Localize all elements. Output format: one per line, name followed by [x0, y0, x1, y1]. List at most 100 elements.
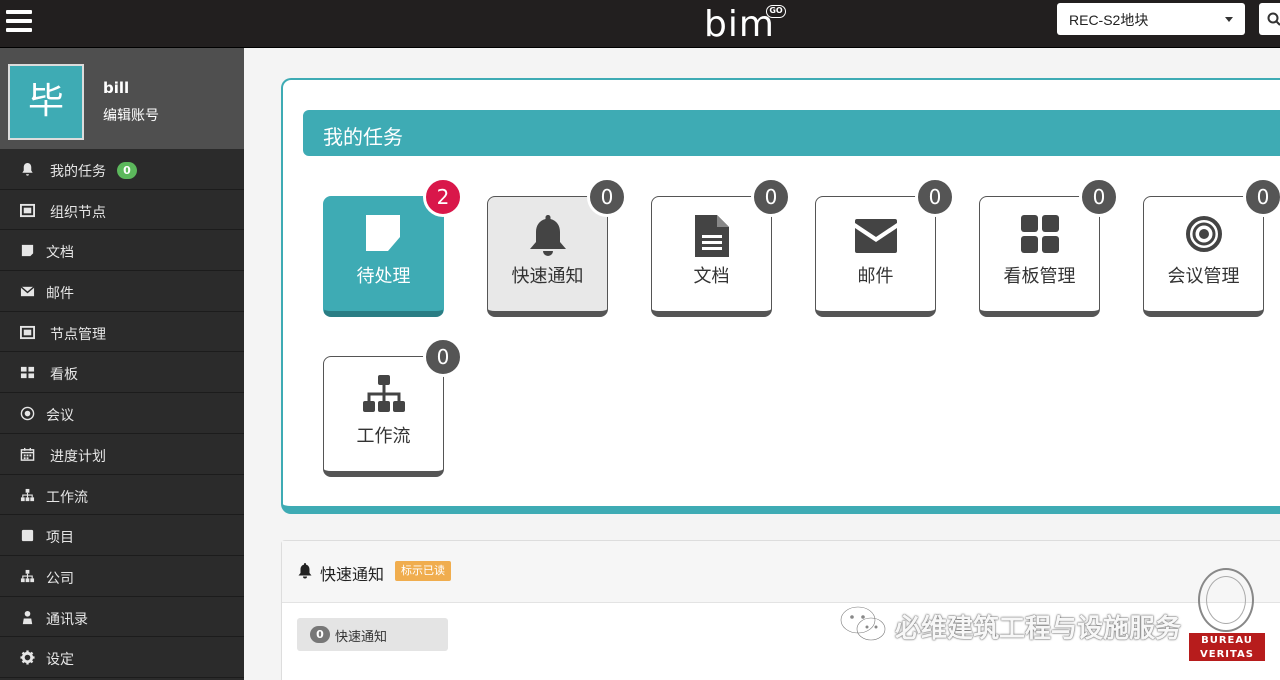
bim-go-logo[interactable]: bim GO [704, 2, 788, 46]
sidebar-item-label: 设定 [46, 652, 74, 669]
my-tasks-panel: 我的任务 待处理 2 快速通知 0 文档 0 邮件 0 看板管理 0 会议管理 … [281, 78, 1280, 514]
bv-line-2: VERITAS [1200, 649, 1254, 660]
project-icon [21, 530, 34, 542]
bureau-veritas-logo: BUREAU VERITAS [1188, 568, 1266, 664]
count-badge: 0 [423, 337, 463, 377]
tile-label: 待处理 [356, 266, 411, 287]
sidebar-item-label: 我的任务 [50, 164, 106, 180]
logo-go-badge: GO [766, 5, 786, 18]
tile-quick-notify[interactable]: 快速通知 0 [487, 177, 627, 317]
sitemap-icon [362, 375, 405, 412]
user-profile: 毕 bill 编辑账号 [0, 48, 244, 149]
dashboard-icon [1020, 215, 1059, 253]
quick-notify-item-label: 快速通知 [335, 630, 388, 645]
tile-label: 会议管理 [1167, 266, 1240, 287]
sidebar-item-settings[interactable]: 设定 [0, 637, 244, 678]
sidebar-item-label: 文档 [46, 245, 74, 262]
tile-label: 邮件 [857, 266, 894, 287]
mark-read-button[interactable]: 标示已读 [395, 561, 451, 581]
sitemap-icon [20, 488, 35, 501]
sidebar-item-org-nodes[interactable]: 组织节点 [0, 190, 244, 231]
tile-pending[interactable]: 待处理 2 [323, 177, 463, 317]
sidebar-item-label: 公司 [46, 570, 74, 587]
sidebar-item-schedule[interactable]: 进度计划 [0, 434, 244, 475]
bv-line-1: BUREAU [1201, 635, 1253, 646]
wechat-icon [839, 605, 887, 642]
count-badge: 0 [915, 177, 955, 217]
sidebar-item-projects[interactable]: 项目 [0, 515, 244, 556]
gear-icon [20, 650, 35, 665]
sidebar-item-label: 会议 [46, 408, 74, 425]
bell-icon [529, 215, 566, 256]
sidebar-item-node-management[interactable]: 节点管理 [0, 312, 244, 353]
project-select-value: REC-S2地块 [1069, 12, 1149, 28]
envelope-icon [854, 219, 897, 253]
task-count-badge: 0 [117, 162, 137, 179]
sidebar-item-label: 邮件 [46, 286, 74, 303]
bell-icon [298, 563, 312, 579]
chevron-down-icon [1225, 17, 1233, 22]
username: bill [103, 79, 130, 97]
document-icon [21, 245, 34, 257]
search-icon [1267, 12, 1280, 26]
sidebar-item-label: 看板 [50, 367, 78, 384]
org-node-icon [20, 203, 35, 217]
target-icon [20, 406, 35, 421]
target-icon [1185, 216, 1222, 252]
sidebar-item-label: 进度计划 [50, 448, 106, 465]
tile-documents[interactable]: 文档 0 [651, 177, 791, 317]
sidebar-item-label: 节点管理 [50, 326, 106, 343]
sidebar-item-label: 项目 [46, 530, 74, 547]
quick-notify-count-badge: 0 [310, 626, 330, 643]
mail-icon [20, 286, 35, 297]
sidebar-item-label: 通讯录 [46, 611, 88, 628]
sidebar-item-documents[interactable]: 文档 [0, 230, 244, 272]
watermark-text: 必维建筑工程与设施服务 [895, 614, 1182, 644]
tile-mail[interactable]: 邮件 0 [815, 177, 955, 317]
top-bar: bim GO REC-S2地块 [0, 0, 1280, 48]
quick-notify-title: 快速通知 [320, 565, 385, 584]
my-tasks-header: 我的任务 [303, 110, 1280, 156]
tile-label: 工作流 [356, 426, 411, 447]
count-badge: 0 [1243, 177, 1280, 217]
tile-meeting-management[interactable]: 会议管理 0 [1143, 177, 1280, 317]
sidebar-item-meetings[interactable]: 会议 [0, 393, 244, 434]
sidebar-item-dashboard[interactable]: 看板 [0, 352, 244, 394]
quick-notify-item[interactable]: 0 快速通知 [297, 618, 448, 651]
node-manage-icon [20, 325, 35, 339]
sidebar-item-workflow[interactable]: 工作流 [0, 475, 244, 516]
sticky-note-icon [365, 215, 400, 251]
logo-text: bim [704, 4, 775, 45]
quick-notify-header: 快速通知 标示已读 [282, 541, 1280, 603]
contacts-icon [22, 610, 33, 624]
menu-toggle-icon[interactable] [6, 10, 32, 32]
project-select[interactable]: REC-S2地块 [1057, 3, 1245, 35]
bell-icon [22, 162, 33, 176]
sidebar-item-mail[interactable]: 邮件 [0, 271, 244, 312]
search-button[interactable] [1259, 3, 1280, 35]
tile-label: 快速通知 [511, 266, 584, 287]
dashboard-icon [20, 367, 35, 379]
sidebar-item-label: 组织节点 [50, 204, 106, 221]
count-badge: 0 [751, 177, 791, 217]
count-badge: 2 [423, 177, 463, 217]
sidebar: 毕 bill 编辑账号 我的任务 0 组织节点 文档 邮件 节点管理 看板 会议… [0, 48, 244, 680]
wechat-watermark: 必维建筑工程与设施服务 [838, 604, 1181, 644]
file-text-icon [694, 215, 729, 257]
my-tasks-title: 我的任务 [323, 125, 403, 149]
tile-label: 看板管理 [1003, 266, 1076, 287]
sidebar-item-label: 工作流 [46, 489, 88, 506]
bureau-veritas-seal [1198, 568, 1254, 632]
tile-label: 文档 [693, 266, 730, 287]
sitemap-icon [20, 569, 35, 582]
count-badge: 0 [1079, 177, 1119, 217]
tile-workflow[interactable]: 工作流 0 [323, 337, 463, 477]
sidebar-item-my-tasks[interactable]: 我的任务 0 [0, 149, 244, 190]
sidebar-item-company[interactable]: 公司 [0, 556, 244, 597]
count-badge: 0 [587, 177, 627, 217]
calendar-icon [20, 447, 35, 461]
edit-account-link[interactable]: 编辑账号 [103, 105, 159, 125]
sidebar-item-contacts[interactable]: 通讯录 [0, 597, 244, 638]
avatar[interactable]: 毕 [8, 64, 84, 140]
tile-dashboard-management[interactable]: 看板管理 0 [979, 177, 1119, 317]
